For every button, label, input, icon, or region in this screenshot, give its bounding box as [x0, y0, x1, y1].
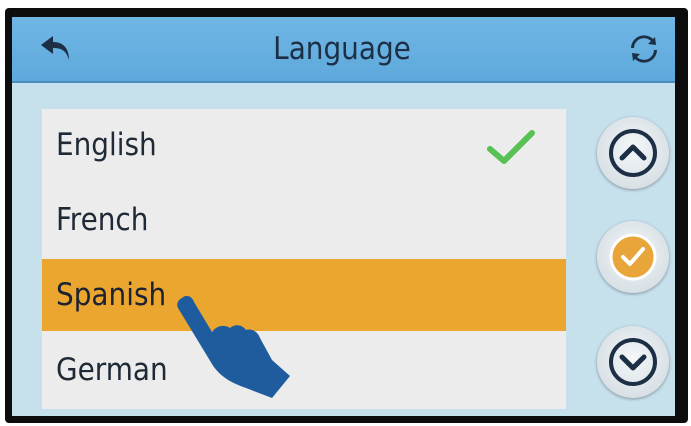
check-circle-icon — [609, 233, 657, 281]
chevron-up-icon — [609, 129, 657, 177]
list-item-label: Spanish — [56, 277, 167, 313]
header-bar: Language — [12, 17, 675, 83]
touch-screen: Language English French Spanish German — [12, 17, 675, 416]
list-item-french[interactable]: French — [42, 184, 566, 256]
list-item-label: English — [56, 127, 157, 163]
checkmark-icon — [487, 130, 535, 164]
chevron-down-icon — [609, 338, 657, 386]
language-list: English French Spanish German — [42, 109, 566, 409]
refresh-button[interactable] — [624, 31, 664, 67]
back-button[interactable] — [36, 31, 76, 67]
page-title: Language — [273, 31, 411, 67]
list-item-label: German — [56, 352, 168, 388]
back-arrow-icon — [41, 36, 69, 60]
list-item-label: French — [56, 202, 149, 238]
pointing-hand-icon — [177, 295, 290, 398]
refresh-icon — [631, 35, 657, 63]
list-item-english[interactable]: English — [42, 109, 566, 181]
list-item-german[interactable]: German — [42, 334, 566, 406]
confirm-button[interactable] — [597, 221, 669, 293]
scroll-down-button[interactable] — [597, 326, 669, 398]
scroll-up-button[interactable] — [597, 117, 669, 189]
list-item-spanish[interactable]: Spanish — [42, 259, 566, 331]
